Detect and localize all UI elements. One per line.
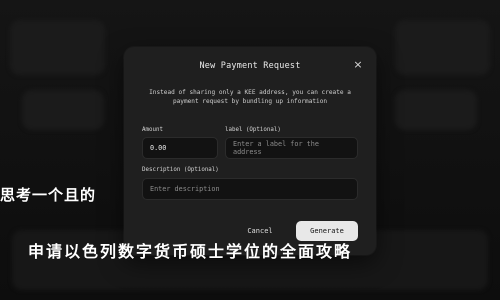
close-icon[interactable]: × — [352, 59, 364, 71]
amount-value: 0.00 — [150, 144, 167, 152]
description-label: Description (Optional) — [142, 167, 219, 173]
payment-request-modal: New Payment Request × Instead of sharing… — [124, 47, 376, 255]
overlay-text-line-1: 思考一个且的 — [0, 186, 97, 204]
description-input[interactable]: Enter description — [142, 178, 358, 200]
app-stage: New Payment Request × Instead of sharing… — [0, 0, 500, 300]
description-placeholder: Enter description — [150, 185, 220, 193]
background-panel — [10, 20, 105, 75]
overlay-text-line-2: 申请以色列数字货币硕士学位的全面攻略 — [28, 242, 353, 261]
background-panel — [395, 90, 477, 130]
label-field-label: label (Optional) — [225, 127, 281, 133]
modal-description: Instead of sharing only a KEE address, y… — [149, 89, 351, 105]
label-input[interactable]: Enter a label for the address — [225, 137, 358, 159]
amount-input[interactable]: 0.00 — [142, 137, 218, 159]
amount-label: Amount — [142, 127, 163, 133]
background-panel — [395, 20, 490, 75]
modal-title: New Payment Request — [199, 61, 301, 71]
label-placeholder: Enter a label for the address — [233, 140, 319, 156]
background-panel — [22, 90, 104, 130]
